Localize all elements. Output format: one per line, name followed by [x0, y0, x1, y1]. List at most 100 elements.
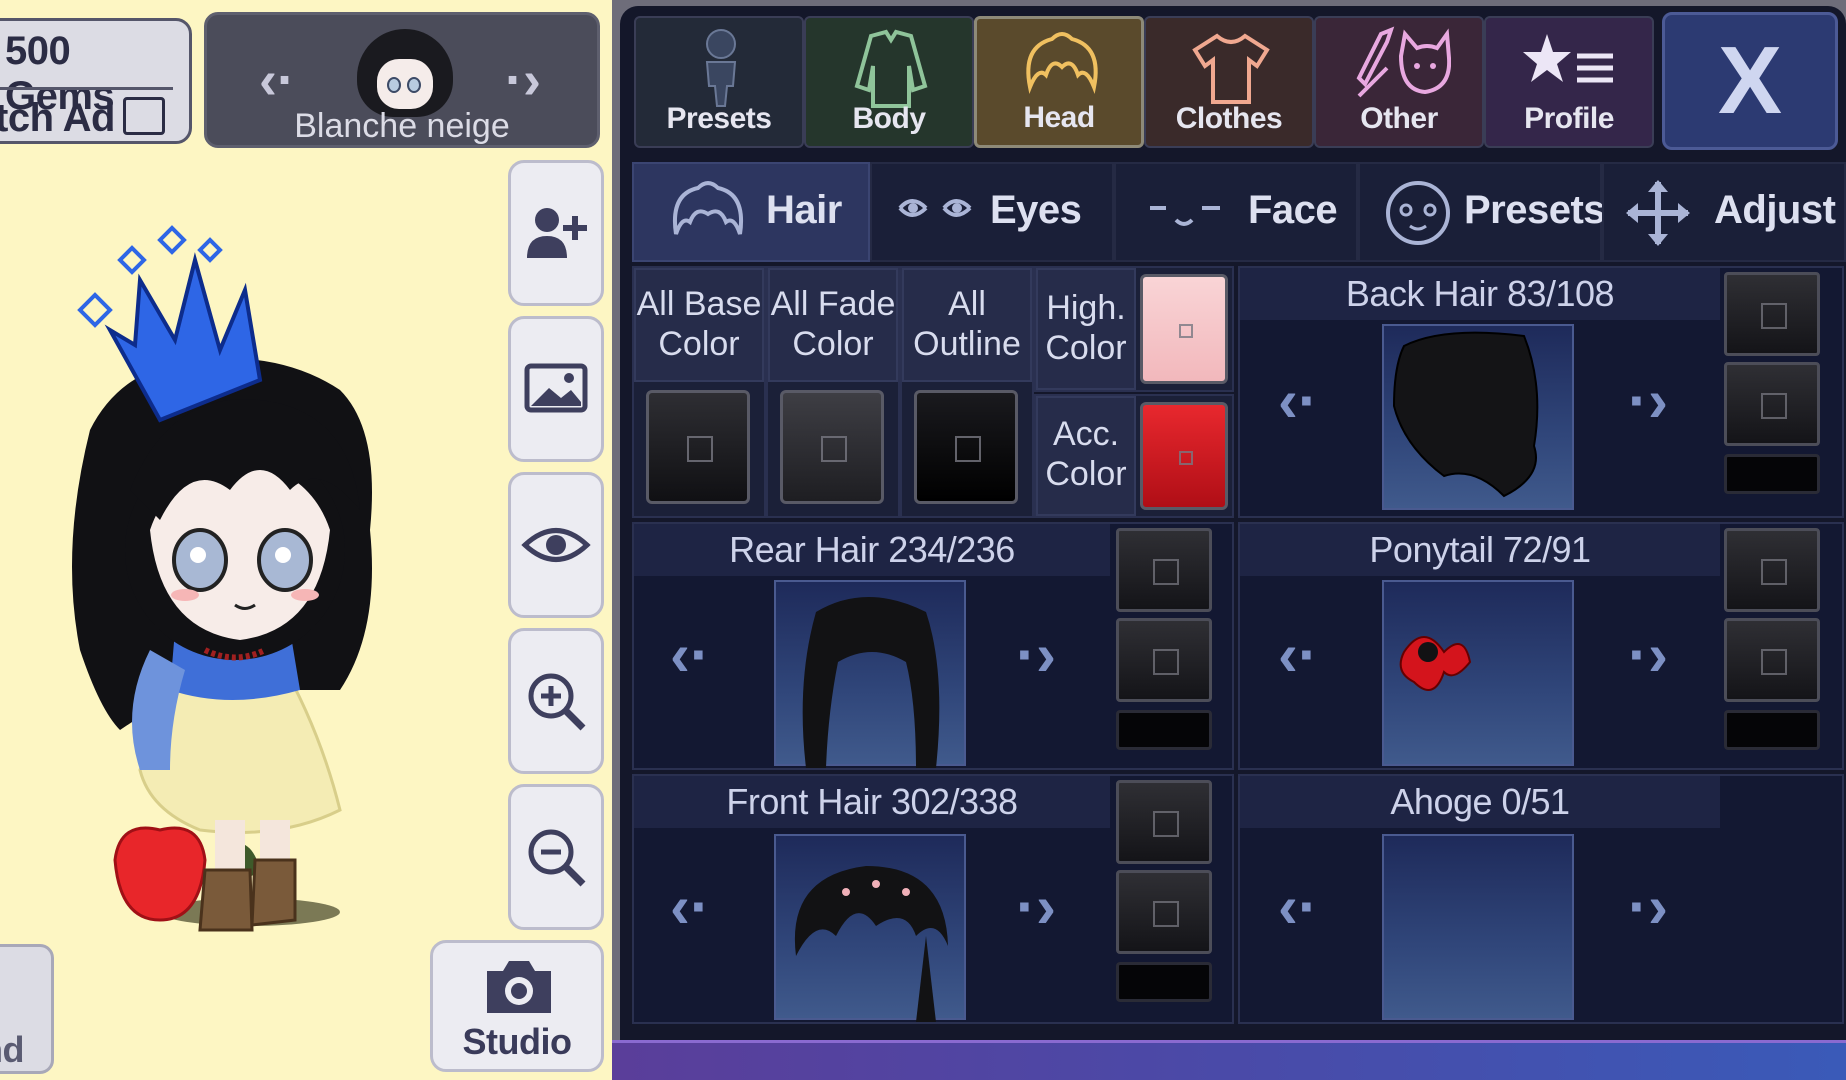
- subtab-hair-label: Hair: [766, 188, 842, 232]
- partial-left-button[interactable]: nd: [0, 944, 54, 1074]
- background-button[interactable]: [508, 316, 604, 462]
- rear-hair-panel: Rear Hair 234/236 ‹· ·›: [632, 522, 1234, 770]
- back-hair-color-2[interactable]: [1724, 362, 1820, 446]
- tab-other-label: Other: [1360, 102, 1438, 135]
- tab-profile-label: Profile: [1524, 102, 1614, 135]
- customize-panel: Presets Body Head Clothes Other Profile …: [612, 0, 1846, 1080]
- panel-footer-bar: [612, 1040, 1846, 1080]
- subtab-eyes-label: Eyes: [990, 188, 1082, 232]
- next-character-button[interactable]: ·›: [505, 53, 541, 107]
- back-hair-image: [1392, 331, 1539, 498]
- front-hair-preview[interactable]: [774, 834, 966, 1022]
- all-base-color-cell: All Base Color: [632, 266, 766, 518]
- ponytail-title: Ponytail 72/91: [1240, 524, 1720, 576]
- rear-hair-title: Rear Hair 234/236: [634, 524, 1110, 576]
- background-image-icon: [524, 363, 588, 413]
- zoom-in-icon: [528, 673, 586, 731]
- ponytail-preview[interactable]: [1382, 580, 1574, 766]
- ahoge-preview[interactable]: [1382, 834, 1574, 1020]
- ponytail-color-1[interactable]: [1724, 528, 1820, 612]
- tab-head-label: Head: [1023, 101, 1095, 134]
- subtab-adjust[interactable]: Adjust: [1602, 162, 1846, 262]
- currency-box[interactable]: 500 Gems tch Ad: [0, 18, 192, 144]
- tab-other[interactable]: Other: [1314, 16, 1484, 148]
- accessory-color-swatch[interactable]: [1140, 402, 1228, 510]
- sword-cat-icon: [1356, 26, 1451, 98]
- all-base-color-swatch[interactable]: [646, 390, 750, 504]
- back-hair-panel: Back Hair 83/108 ‹· ·›: [1238, 266, 1844, 518]
- star-list-icon: [1523, 34, 1613, 83]
- hair-icon: [673, 181, 743, 235]
- ahoge-panel: Ahoge 0/51 ‹· ·›: [1238, 774, 1844, 1024]
- subtab-face[interactable]: Face: [1114, 162, 1358, 262]
- tab-head[interactable]: Head: [974, 16, 1144, 148]
- back-hair-prev-button[interactable]: ‹·: [1278, 366, 1318, 435]
- highlight-color-cell: High. Color: [1034, 266, 1234, 392]
- front-hair-prev-button[interactable]: ‹·: [670, 872, 710, 941]
- add-user-icon: [527, 208, 587, 258]
- ponytail-image: [1399, 636, 1472, 691]
- accessory-color-label: Acc. Color: [1036, 396, 1136, 516]
- hair-icon: [1026, 32, 1098, 94]
- front-hair-color-1[interactable]: [1116, 780, 1212, 864]
- close-icon: X: [1717, 27, 1783, 134]
- face-preset-icon: [1386, 181, 1450, 245]
- back-hair-next-button[interactable]: ·›: [1628, 366, 1668, 435]
- tab-presets[interactable]: Presets: [634, 16, 804, 148]
- subtab-presets-label: Presets: [1464, 188, 1606, 232]
- all-outline-color-swatch[interactable]: [914, 390, 1018, 504]
- ponytail-color-2[interactable]: [1724, 618, 1820, 702]
- all-base-color-label: All Base Color: [634, 268, 764, 382]
- rear-hair-color-2[interactable]: [1116, 618, 1212, 702]
- close-button[interactable]: X: [1662, 12, 1838, 150]
- all-fade-color-label: All Fade Color: [768, 268, 898, 382]
- tab-body[interactable]: Body: [804, 16, 974, 148]
- back-hair-preview[interactable]: [1382, 324, 1574, 510]
- studio-button[interactable]: Studio: [430, 940, 604, 1072]
- ponytail-next-button[interactable]: ·›: [1628, 620, 1668, 689]
- tab-profile[interactable]: Profile: [1484, 16, 1654, 148]
- character-stage: 500 Gems tch Ad ‹· ·› Blanche neige Stud…: [0, 0, 612, 1080]
- subtab-presets[interactable]: Presets: [1358, 162, 1606, 262]
- highlight-color-swatch[interactable]: [1140, 274, 1228, 384]
- back-hair-title: Back Hair 83/108: [1240, 268, 1720, 320]
- zoom-in-button[interactable]: [508, 628, 604, 774]
- ahoge-next-button[interactable]: ·›: [1628, 872, 1668, 941]
- head-subtabs: Hair Eyes Face Presets Adjust: [632, 162, 1846, 262]
- rear-hair-prev-button[interactable]: ‹·: [670, 620, 710, 689]
- subtab-eyes[interactable]: Eyes: [870, 162, 1114, 262]
- front-hair-color-3[interactable]: [1116, 962, 1212, 1002]
- character-illustration: [72, 225, 372, 932]
- front-hair-title: Front Hair 302/338: [634, 776, 1110, 828]
- zoom-out-button[interactable]: [508, 784, 604, 930]
- subtab-hair[interactable]: Hair: [632, 162, 870, 262]
- rear-hair-color-1[interactable]: [1116, 528, 1212, 612]
- ponytail-prev-button[interactable]: ‹·: [1278, 620, 1318, 689]
- subtab-face-label: Face: [1248, 188, 1338, 232]
- body-figure-icon: [705, 29, 737, 107]
- ahoge-title: Ahoge 0/51: [1240, 776, 1720, 828]
- back-hair-color-3[interactable]: [1724, 454, 1820, 494]
- accessory-color-cell: Acc. Color: [1034, 394, 1234, 518]
- front-hair-color-2[interactable]: [1116, 870, 1212, 954]
- rear-hair-preview[interactable]: [774, 580, 966, 768]
- tab-clothes-label: Clothes: [1175, 102, 1283, 135]
- front-hair-image: [794, 866, 948, 1022]
- camera-icon: [487, 961, 551, 1013]
- ponytail-color-3[interactable]: [1724, 710, 1820, 750]
- category-tabs: Presets Body Head Clothes Other Profile: [634, 16, 1654, 148]
- tab-clothes[interactable]: Clothes: [1144, 16, 1314, 148]
- ahoge-prev-button[interactable]: ‹·: [1278, 872, 1318, 941]
- all-fade-color-swatch[interactable]: [780, 390, 884, 504]
- front-hair-next-button[interactable]: ·›: [1016, 872, 1056, 941]
- back-hair-color-1[interactable]: [1724, 272, 1820, 356]
- rear-hair-color-3[interactable]: [1116, 710, 1212, 750]
- rear-hair-next-button[interactable]: ·›: [1016, 620, 1056, 689]
- previous-character-button[interactable]: ‹·: [259, 53, 295, 107]
- zoom-out-icon: [528, 829, 586, 887]
- studio-label: Studio: [462, 1021, 572, 1062]
- add-character-button[interactable]: [508, 160, 604, 306]
- toggle-visibility-button[interactable]: [508, 472, 604, 618]
- tab-body-label: Body: [852, 102, 927, 135]
- move-arrows-icon: [1626, 180, 1690, 246]
